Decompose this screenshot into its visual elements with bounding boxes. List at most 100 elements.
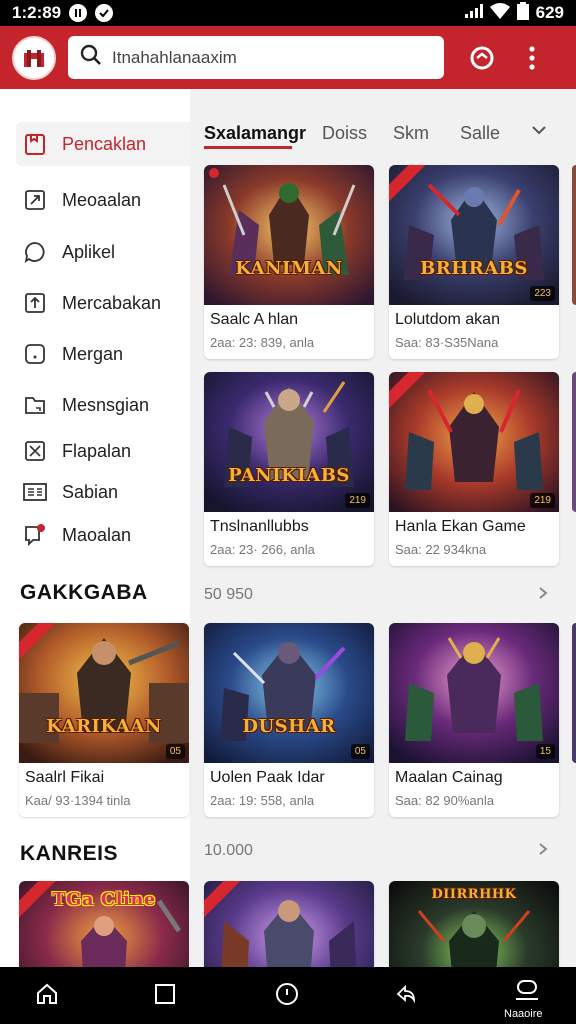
game-cover-image: DUSHAR 05 <box>204 623 374 763</box>
chevron-right-icon[interactable] <box>538 842 548 861</box>
game-cover-title: BRHRABS <box>420 258 528 279</box>
game-card[interactable]: BRHRABS 223 Lolutdom akan Saa: 83·S35Nan… <box>389 165 559 359</box>
status-time: 1:2:89 <box>12 3 62 22</box>
battery-icon <box>516 1 529 25</box>
tab-doiss[interactable]: Doiss <box>322 123 367 144</box>
game-title: Tnslnanllubbs <box>210 518 309 535</box>
rating-badge: 15 <box>535 744 555 759</box>
sidebar-item-label: Maoalan <box>62 524 132 545</box>
chevron-right-icon[interactable] <box>538 586 548 605</box>
refresh-icon[interactable] <box>468 44 496 72</box>
game-title: Lolutdom akan <box>395 311 500 328</box>
next-card-peek <box>572 165 576 305</box>
game-meta: Kaa/ 93·1394 tinla <box>25 793 131 808</box>
rating-badge: 05 <box>350 744 370 759</box>
game-cover-image: KANIMAN <box>204 165 374 305</box>
game-title: Saalc A hlan <box>210 311 299 328</box>
search-text: Itnahahlanaaxim <box>112 47 237 67</box>
bottom-navigation: Naaoire <box>0 967 576 1024</box>
game-card[interactable]: KANIMAN Saalc A hlan 2aa: 23: 839, anla <box>204 165 374 359</box>
game-cover-image: PANIKIABS 219 <box>204 372 374 512</box>
signal-icon <box>464 3 483 23</box>
sidebar-item-meoaalan[interactable]: Meoaalan <box>16 178 190 222</box>
section-title-kanreis: KANREIS <box>20 842 119 865</box>
game-cover-image: 15 <box>389 623 559 763</box>
home-icon[interactable] <box>34 981 60 1007</box>
sidebar-item-label: Pencaklan <box>62 133 147 154</box>
back-icon[interactable] <box>393 981 419 1007</box>
tab-sxalamangr[interactable]: Sxalamangr <box>204 123 306 144</box>
bottom-nav-label: Naaoire <box>504 1008 543 1020</box>
sidebar-item-label: Mergan <box>62 343 124 364</box>
check-icon <box>95 4 114 22</box>
game-cover-title: PANIKIABS <box>228 465 350 486</box>
upload-icon <box>22 290 48 316</box>
game-meta: 2aa: 19: 558, anla <box>210 793 315 808</box>
wifi-icon <box>489 2 510 24</box>
app-logo[interactable] <box>12 35 56 80</box>
folder-icon <box>22 392 48 418</box>
game-cover-image: 219 <box>389 372 559 512</box>
sidebar-item-sabian[interactable]: Sabian <box>16 470 190 514</box>
rating-badge: 223 <box>530 286 555 301</box>
sidebar-item-pencaklan[interactable]: Pencaklan <box>16 122 190 166</box>
sidebar-item-maoalan[interactable]: Maoalan <box>16 513 190 557</box>
recents-icon[interactable] <box>152 981 178 1007</box>
tab-skm[interactable]: Skm <box>393 123 429 144</box>
game-cover-title: DUSHAR <box>242 716 336 737</box>
game-cover-title: KANIMAN <box>235 258 343 279</box>
row-label: 10.000 <box>204 842 253 859</box>
game-title: Hanla Ekan Game <box>395 518 526 535</box>
sidebar-item-label: Aplikel <box>62 241 116 262</box>
tabs-chevron-down-icon[interactable] <box>530 121 548 144</box>
status-bar: 1:2:89 629 <box>0 0 576 26</box>
sidebar-item-mergan[interactable]: Mergan <box>16 332 190 376</box>
chat-icon <box>22 239 48 265</box>
sidebar-item-label: Sabian <box>62 481 119 502</box>
game-cover-image: BRHRABS 223 <box>389 165 559 305</box>
expand-icon <box>22 438 48 464</box>
game-card[interactable]: 15 Maalan Cainag Saa: 82 90%anla <box>389 623 559 817</box>
game-cover-image: KARIKAAN 05 <box>19 623 189 763</box>
game-meta: Saa: 83·S35Nana <box>395 335 499 350</box>
profile-icon[interactable] <box>514 977 540 1003</box>
game-card[interactable]: DUSHAR 05 Uolen Paak Idar 2aa: 19: 558, … <box>204 623 374 817</box>
game-meta: Saa: 22 934kna <box>395 542 487 557</box>
next-card-peek <box>572 623 576 763</box>
game-meta: Saa: 82 90%anla <box>395 793 495 808</box>
share-icon <box>22 187 48 213</box>
game-card[interactable]: PANIKIABS 219 Tnslnanllubbs 2aa: 23· 266… <box>204 372 374 566</box>
square-icon <box>22 341 48 367</box>
notification-icon <box>22 522 48 548</box>
row-label: 50 950 <box>204 586 253 603</box>
game-meta: 2aa: 23· 266, anla <box>210 542 315 557</box>
game-meta: 2aa: 23: 839, anla <box>210 335 315 350</box>
game-card[interactable]: KARIKAAN 05 Saalrl Fikai Kaa/ 93·1394 ti… <box>19 623 189 817</box>
more-vert-icon[interactable] <box>518 44 546 72</box>
search-icon <box>80 44 102 71</box>
rating-badge: 219 <box>530 493 555 508</box>
section-title-gakkgaba: GAKKGABA <box>20 581 148 604</box>
sidebar-item-label: Meoaalan <box>62 189 142 210</box>
sidebar-item-label: Mesnsgian <box>62 394 150 415</box>
sidebar-item-label: Mercabakan <box>62 292 162 313</box>
game-cover-title: TGa Cline <box>52 889 156 910</box>
game-title: Maalan Cainag <box>395 769 503 786</box>
game-cover-title: DIIRRHHK <box>431 887 517 902</box>
sidebar-item-mercabakan[interactable]: Mercabakan <box>16 281 190 325</box>
sidebar-item-flapalan[interactable]: Flapalan <box>16 429 190 473</box>
search-input[interactable]: Itnahahlanaaxim <box>68 36 444 79</box>
game-card[interactable]: 219 Hanla Ekan Game Saa: 22 934kna <box>389 372 559 566</box>
list-icon <box>22 479 48 505</box>
tab-salle[interactable]: Salle <box>460 123 500 144</box>
sidebar-item-mesnsgian[interactable]: Mesnsgian <box>16 383 190 427</box>
next-card-peek <box>572 372 576 512</box>
rating-badge: 219 <box>345 493 370 508</box>
pause-icon <box>69 4 88 22</box>
bookmark-icon <box>22 131 48 157</box>
app-bar: Itnahahlanaaxim <box>0 26 576 89</box>
battery-level: 629 <box>535 3 564 22</box>
sidebar-item-aplikel[interactable]: Aplikel <box>16 230 190 274</box>
game-cover-title: KARIKAAN <box>46 716 162 737</box>
compass-icon[interactable] <box>274 981 300 1007</box>
